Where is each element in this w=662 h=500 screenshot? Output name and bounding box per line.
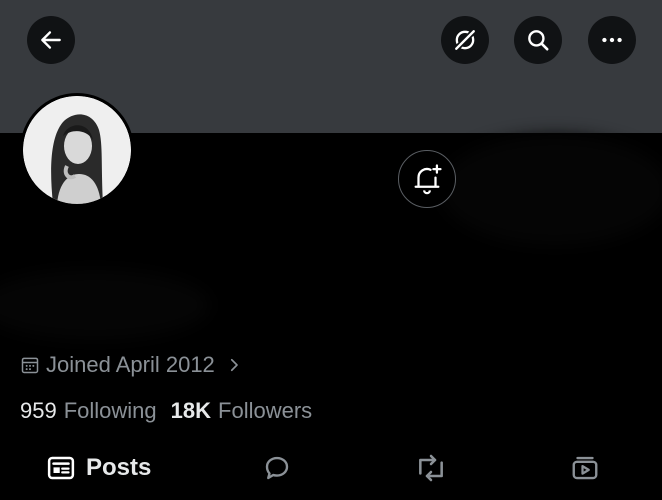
bell-plus-icon: [414, 164, 442, 195]
redacted-area: [440, 135, 662, 245]
followers-label: Followers: [218, 398, 313, 423]
grok-slash-icon: [453, 28, 477, 52]
followers-link[interactable]: 18K Followers: [171, 398, 313, 424]
media-icon: [572, 456, 598, 480]
more-horizontal-icon: [602, 37, 622, 43]
followers-count: 18K: [170, 398, 212, 423]
repost-icon: [419, 454, 443, 482]
tab-replies[interactable]: [262, 445, 292, 491]
avatar-photo: [23, 96, 131, 204]
follow-stats: 959 Following 18K Followers: [20, 398, 312, 424]
following-link[interactable]: 959 Following: [20, 398, 157, 424]
calendar-icon: [21, 357, 39, 374]
following-count: 959: [20, 398, 57, 423]
posts-icon: [47, 456, 75, 480]
arrow-left-icon: [41, 31, 61, 49]
back-button[interactable]: [27, 16, 75, 64]
reply-icon: [265, 456, 289, 480]
tab-media[interactable]: [570, 445, 600, 491]
search-button[interactable]: [514, 16, 562, 64]
tab-posts-label: Posts: [86, 454, 152, 481]
profile-avatar[interactable]: [20, 93, 134, 207]
following-label: Following: [63, 398, 157, 423]
tab-posts[interactable]: Posts: [46, 445, 151, 491]
tab-reposts[interactable]: [415, 445, 447, 491]
joined-date[interactable]: Joined April 2012: [20, 350, 243, 380]
redacted-area: [0, 270, 210, 340]
chevron-right-icon: [230, 358, 238, 372]
search-icon: [528, 30, 549, 51]
grok-button[interactable]: [441, 16, 489, 64]
notify-button[interactable]: [398, 150, 456, 208]
joined-text: Joined April 2012: [46, 352, 215, 377]
profile-tabs: Posts: [0, 445, 662, 500]
more-button[interactable]: [588, 16, 636, 64]
